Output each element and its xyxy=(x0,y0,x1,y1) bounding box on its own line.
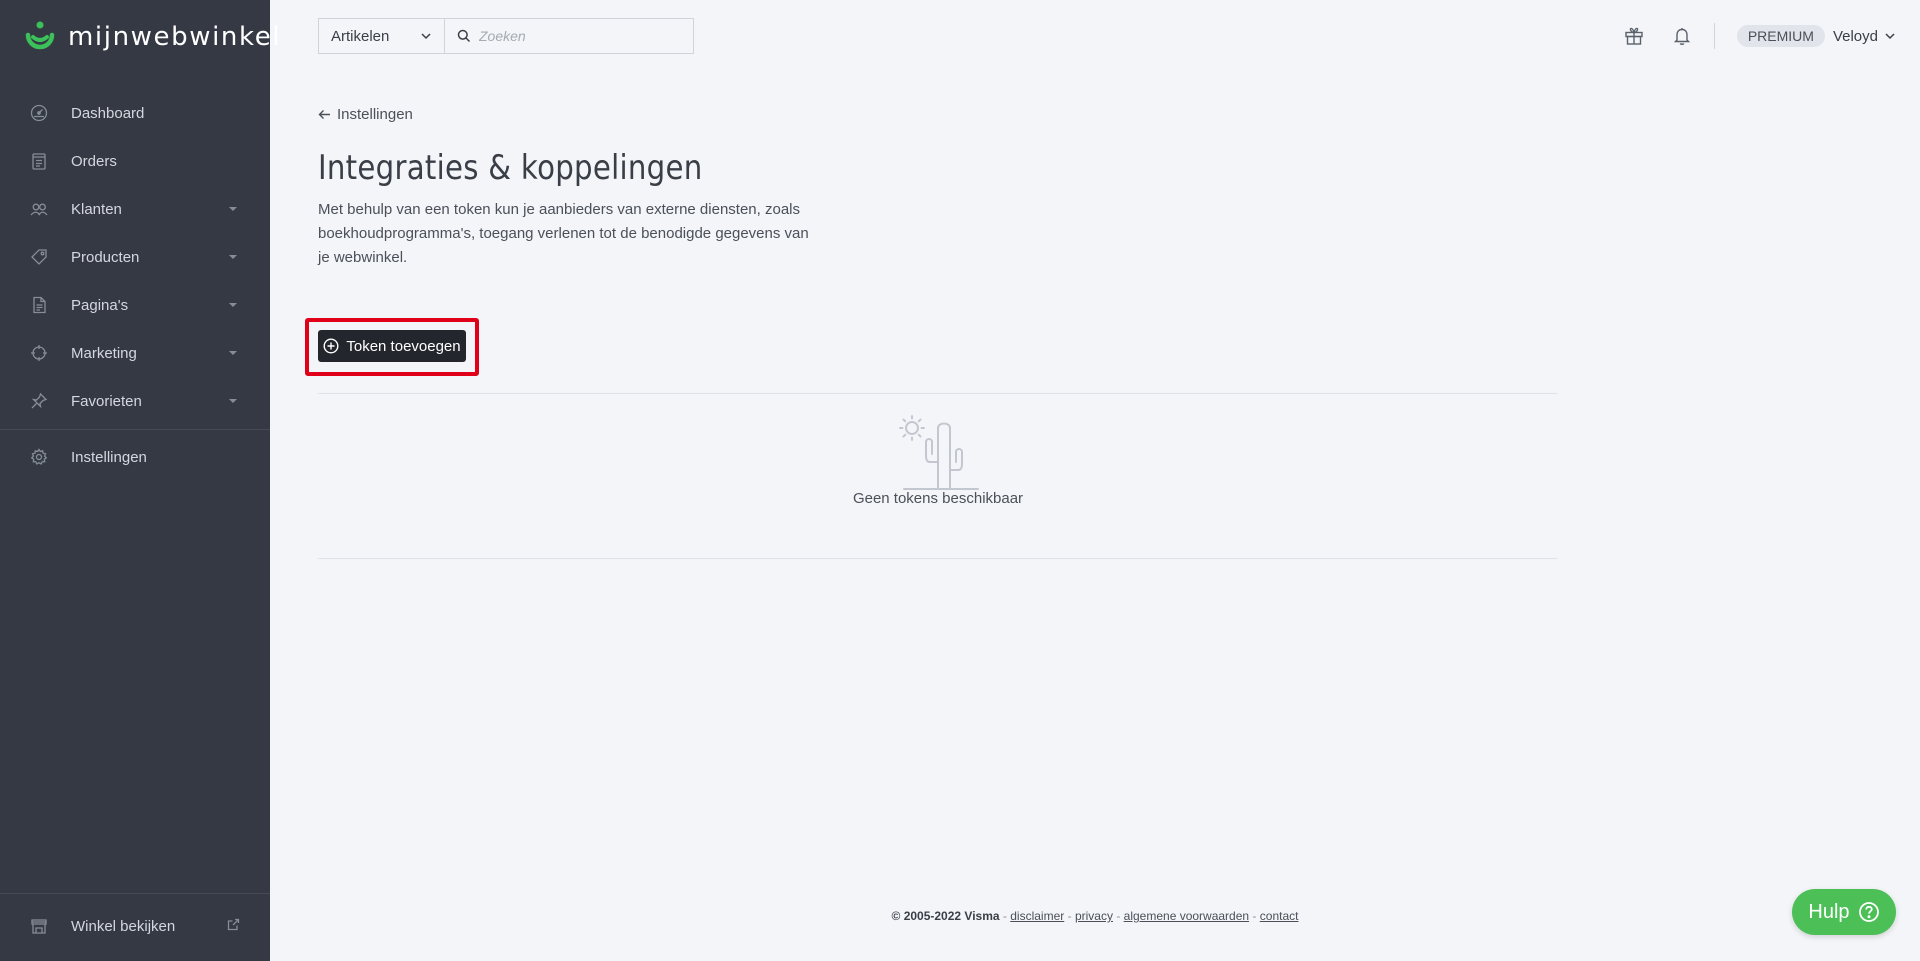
chevron-down-icon xyxy=(421,33,431,40)
mijnwebwinkel-logo-icon xyxy=(25,21,55,50)
sidebar-item-label: Orders xyxy=(71,152,117,170)
topbar-divider xyxy=(1713,23,1715,49)
sidebar-nav: Dashboard Orders Klanten Producten Pagin… xyxy=(0,89,270,481)
chevron-down-icon xyxy=(229,207,237,211)
chevron-down-icon xyxy=(1885,33,1895,40)
chevron-down-icon xyxy=(229,303,237,307)
sidebar-item-label: Pagina's xyxy=(71,296,129,314)
add-token-button-label: Token toevoegen xyxy=(346,337,461,355)
sidebar-item-label: Dashboard xyxy=(71,104,145,122)
chevron-down-icon xyxy=(229,399,237,403)
divider-top xyxy=(318,393,1558,394)
gift-icon[interactable] xyxy=(1616,18,1652,54)
products-tag-icon xyxy=(30,248,48,266)
external-link-icon xyxy=(227,918,240,935)
page-description: Met behulp van een token kun je aanbiede… xyxy=(318,201,809,266)
help-button[interactable]: Hulp xyxy=(1792,889,1896,935)
plus-circle-icon xyxy=(323,338,339,354)
sidebar-bottom: Winkel bekijken xyxy=(0,893,270,961)
sidebar-item-instellingen[interactable]: Instellingen xyxy=(0,433,270,481)
search-scope-select[interactable]: Artikelen xyxy=(319,19,445,53)
sidebar-item-label: Winkel bekijken xyxy=(71,917,176,935)
cactus-sun-icon xyxy=(899,415,979,490)
chevron-down-icon xyxy=(229,255,237,259)
footer-separator: - xyxy=(1252,909,1257,923)
page-title: Integraties & koppelingen xyxy=(318,148,703,188)
footer: © 2005-2022 Visma - disclaimer - privacy… xyxy=(270,909,1920,923)
arrow-left-icon xyxy=(318,110,330,119)
help-button-label: Hulp xyxy=(1808,900,1850,923)
footer-separator: - xyxy=(1067,909,1072,923)
user-menu[interactable]: Veloyd xyxy=(1833,28,1896,45)
topbar-actions: PREMIUM Veloyd xyxy=(1604,18,1896,54)
sidebar-item-label: Marketing xyxy=(71,344,137,362)
footer-separator: - xyxy=(1116,909,1121,923)
settings-gear-icon xyxy=(30,448,48,466)
pages-document-icon xyxy=(30,296,48,314)
topbar: Artikelen PREMIUM Veloyd xyxy=(270,0,1920,72)
footer-separator: - xyxy=(1002,909,1007,923)
search-icon xyxy=(457,29,471,43)
sidebar-item-klanten[interactable]: Klanten xyxy=(0,185,270,233)
add-token-button[interactable]: Token toevoegen xyxy=(318,330,466,362)
search-input[interactable] xyxy=(479,28,679,44)
sidebar-item-marketing[interactable]: Marketing xyxy=(0,329,270,377)
brand-name: mijnwebwinkel xyxy=(68,22,282,52)
sidebar-item-orders[interactable]: Orders xyxy=(0,137,270,185)
sidebar-item-winkel-bekijken[interactable]: Winkel bekijken xyxy=(0,898,270,954)
search-field xyxy=(445,19,693,53)
search-scope-value: Artikelen xyxy=(331,27,390,45)
sidebar-item-label: Producten xyxy=(71,248,140,266)
notifications-bell-icon[interactable] xyxy=(1664,18,1700,54)
orders-receipt-icon xyxy=(30,152,48,170)
sidebar-item-label: Instellingen xyxy=(71,448,147,466)
footer-link-privacy[interactable]: privacy xyxy=(1075,909,1113,923)
marketing-target-icon xyxy=(30,344,48,362)
footer-copyright: © 2005-2022 Visma xyxy=(891,909,1000,923)
customers-users-icon xyxy=(30,200,48,218)
sidebar-divider xyxy=(0,429,270,430)
dashboard-gauge-icon xyxy=(30,104,48,122)
help-question-icon xyxy=(1858,902,1879,922)
store-icon xyxy=(30,917,48,935)
favorites-pin-icon xyxy=(30,392,48,410)
global-search: Artikelen xyxy=(318,18,694,54)
sidebar-item-favorieten[interactable]: Favorieten xyxy=(0,377,270,425)
brand-logo[interactable]: mijnwebwinkel xyxy=(22,17,281,57)
plan-badge: PREMIUM xyxy=(1736,25,1825,47)
footer-link-contact[interactable]: contact xyxy=(1260,909,1299,923)
back-link-label: Instellingen xyxy=(337,106,413,123)
footer-link-disclaimer[interactable]: disclaimer xyxy=(1010,909,1064,923)
sidebar-item-dashboard[interactable]: Dashboard xyxy=(0,89,270,137)
sidebar-item-paginas[interactable]: Pagina's xyxy=(0,281,270,329)
sidebar-item-label: Klanten xyxy=(71,200,122,218)
sidebar-item-producten[interactable]: Producten xyxy=(0,233,270,281)
user-name: Veloyd xyxy=(1832,27,1878,45)
empty-state-text: Geen tokens beschikbaar xyxy=(852,490,1024,507)
back-link[interactable]: Instellingen xyxy=(318,106,413,123)
chevron-down-icon xyxy=(229,351,237,355)
sidebar-item-label: Favorieten xyxy=(71,392,142,410)
sidebar: mijnwebwinkel Dashboard Orders Klanten P… xyxy=(0,0,280,961)
divider-bottom xyxy=(318,558,1558,559)
footer-link-terms[interactable]: algemene voorwaarden xyxy=(1124,909,1249,923)
